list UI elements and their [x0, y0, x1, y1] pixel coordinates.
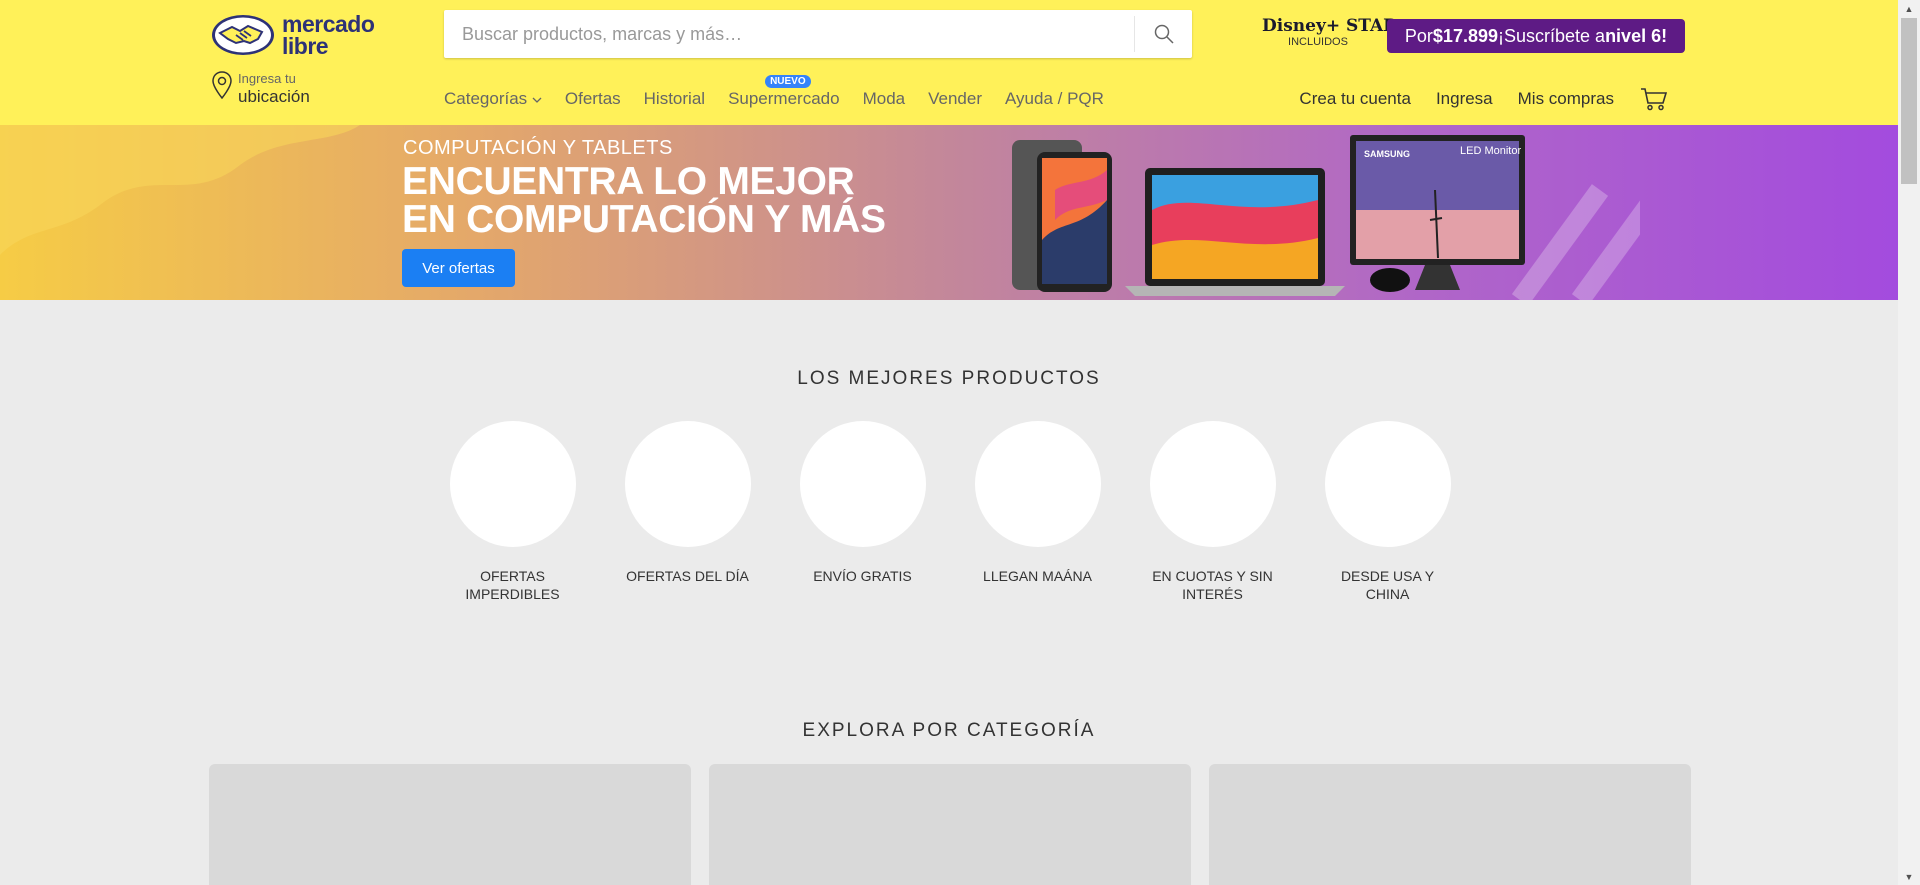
- product-shortcut-image: [1149, 421, 1276, 547]
- nav-item-vender[interactable]: Vender: [928, 89, 982, 109]
- cart-icon[interactable]: [1640, 87, 1668, 111]
- nav-item-historial[interactable]: Historial: [644, 89, 705, 109]
- main-nav: Categorías Ofertas Historial NUEVO Super…: [444, 75, 1127, 109]
- nav-item-ayuda[interactable]: Ayuda / PQR: [1005, 89, 1104, 109]
- nav-item-moda[interactable]: Moda: [863, 89, 906, 109]
- logo-text: mercado libre: [282, 11, 375, 59]
- category-card[interactable]: [209, 764, 691, 885]
- search-icon: [1154, 24, 1174, 44]
- explore-categories-title: EXPLORA POR CATEGORÍA: [802, 720, 1096, 741]
- product-shortcut[interactable]: ENVÍO GRATIS: [799, 421, 926, 603]
- new-badge: NUEVO: [765, 75, 811, 88]
- search-input[interactable]: [444, 10, 1134, 58]
- location-pin-icon: [212, 71, 232, 100]
- nav-item-supermercado[interactable]: NUEVO Supermercado: [728, 75, 840, 109]
- product-shortcut-label: OFERTAS DEL DÍA: [626, 568, 749, 584]
- monitor-brand-label: SAMSUNG: [1364, 149, 1410, 159]
- login-link[interactable]: Ingresa: [1436, 89, 1493, 109]
- product-shortcut-image: [799, 421, 926, 547]
- vertical-scrollbar[interactable]: ▲ ▼: [1898, 0, 1920, 885]
- category-card[interactable]: [709, 764, 1191, 885]
- disney-included-label: INCLUIDOS: [1288, 36, 1348, 48]
- product-shortcut[interactable]: EN CUOTAS Y SIN INTERÉS: [1149, 421, 1276, 603]
- my-purchases-link[interactable]: Mis compras: [1518, 89, 1614, 109]
- search-bar: [444, 10, 1192, 58]
- product-shortcut-image: [624, 421, 751, 547]
- header: mercado libre Ingresa tu ubicación Disne…: [0, 0, 1898, 125]
- scrollbar-thumb[interactable]: [1901, 18, 1917, 184]
- category-card[interactable]: [1209, 764, 1691, 885]
- product-shortcut-label: DESDE USA Y CHINA: [1340, 568, 1435, 602]
- product-shortcut[interactable]: DESDE USA Y CHINA: [1324, 421, 1451, 603]
- location-label: ubicación: [238, 87, 310, 106]
- scroll-up-arrow-icon[interactable]: ▲: [1898, 0, 1920, 17]
- banner-wave-decoration: [0, 125, 360, 255]
- best-products-title: LOS MEJORES PRODUCTOS: [797, 368, 1101, 389]
- nav-item-ofertas[interactable]: Ofertas: [565, 89, 621, 109]
- disney-star-logo: Disney+ STAR+: [1262, 16, 1412, 36]
- category-cards: [209, 764, 1709, 885]
- product-shortcut-label: EN CUOTAS Y SIN INTERÉS: [1152, 568, 1273, 602]
- subscription-promo-button[interactable]: Por $17.899 ¡Suscríbete a nivel 6!: [1387, 19, 1685, 53]
- product-shortcut[interactable]: LLEGAN MAÁNA: [974, 421, 1101, 603]
- handshake-logo-icon: [212, 15, 274, 55]
- search-button[interactable]: [1134, 16, 1192, 52]
- banner-title: ENCUENTRA LO MEJOR EN COMPUTACIÓN Y MÁS: [402, 160, 886, 241]
- account-nav: Crea tu cuenta Ingresa Mis compras: [1274, 87, 1668, 111]
- banner-category: COMPUTACIÓN Y TABLETS: [403, 137, 673, 159]
- location-hint: Ingresa tu: [238, 71, 296, 86]
- chevron-down-icon: [532, 97, 542, 103]
- create-account-link[interactable]: Crea tu cuenta: [1299, 89, 1411, 109]
- product-shortcut-label: LLEGAN MAÁNA: [983, 568, 1092, 584]
- nav-item-categorias[interactable]: Categorías: [444, 89, 542, 109]
- monitor-model-label: LED Monitor: [1460, 145, 1521, 157]
- product-shortcut-image: [449, 421, 576, 547]
- mercadolibre-logo[interactable]: mercado libre: [210, 12, 382, 58]
- product-shortcut-label: ENVÍO GRATIS: [813, 568, 912, 584]
- product-shortcut[interactable]: OFERTAS DEL DÍA: [624, 421, 751, 603]
- location-selector[interactable]: Ingresa tu ubicación: [210, 70, 310, 106]
- best-products-list: OFERTAS IMPERDIBLES OFERTAS DEL DÍA ENVÍ…: [449, 421, 1499, 603]
- scroll-down-arrow-icon[interactable]: ▼: [1898, 868, 1920, 885]
- product-shortcut-label: OFERTAS IMPERDIBLES: [465, 568, 560, 602]
- devices-image: SAMSUNG LED Monitor: [1012, 135, 1640, 300]
- promo-banner[interactable]: COMPUTACIÓN Y TABLETS ENCUENTRA LO MEJOR…: [0, 125, 1898, 300]
- product-shortcut-image: [974, 421, 1101, 547]
- see-offers-button[interactable]: Ver ofertas: [402, 249, 515, 287]
- product-shortcut[interactable]: OFERTAS IMPERDIBLES: [449, 421, 576, 603]
- product-shortcut-image: [1324, 421, 1451, 547]
- disney-star-badge[interactable]: Disney+ STAR+ INCLUIDOS: [1262, 16, 1412, 58]
